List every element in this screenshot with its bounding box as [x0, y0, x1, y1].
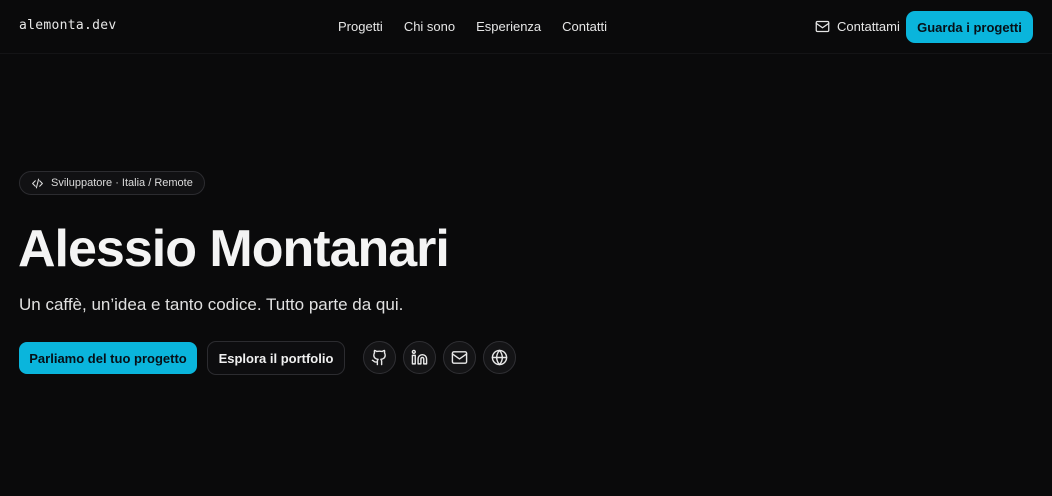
globe-icon — [491, 349, 508, 366]
website-link[interactable] — [483, 341, 516, 374]
contact-link[interactable]: Contattami — [815, 19, 900, 34]
main-nav: Progetti Chi sono Esperienza Contatti — [338, 19, 607, 34]
social-links — [363, 341, 516, 374]
github-link[interactable] — [363, 341, 396, 374]
mail-icon — [451, 351, 468, 364]
linkedin-link[interactable] — [403, 341, 436, 374]
site-logo[interactable]: alemonta.dev — [19, 18, 117, 33]
contact-link-label: Contattami — [837, 19, 900, 34]
mail-icon — [815, 20, 830, 33]
role-badge: Sviluppatore · Italia / Remote — [19, 171, 205, 195]
linkedin-icon — [411, 349, 428, 365]
hero-title: Alessio Montanari — [18, 220, 450, 278]
nav-link-chi-sono[interactable]: Chi sono — [404, 19, 455, 34]
code-icon — [32, 178, 43, 188]
github-icon — [371, 349, 386, 366]
nav-link-progetti[interactable]: Progetti — [338, 19, 383, 34]
view-projects-button[interactable]: Guarda i progetti — [906, 11, 1033, 43]
explore-portfolio-button[interactable]: Esplora il portfolio — [207, 341, 345, 375]
nav-link-contatti[interactable]: Contatti — [562, 19, 607, 34]
discuss-project-button[interactable]: Parliamo del tuo progetto — [19, 342, 197, 374]
nav-link-esperienza[interactable]: Esperienza — [476, 19, 541, 34]
role-badge-label: Sviluppatore · Italia / Remote — [51, 177, 193, 189]
hero-subtitle: Un caffè, un’idea e tanto codice. Tutto … — [19, 295, 404, 314]
top-navbar: alemonta.dev Progetti Chi sono Esperienz… — [0, 0, 1052, 54]
email-link[interactable] — [443, 341, 476, 374]
